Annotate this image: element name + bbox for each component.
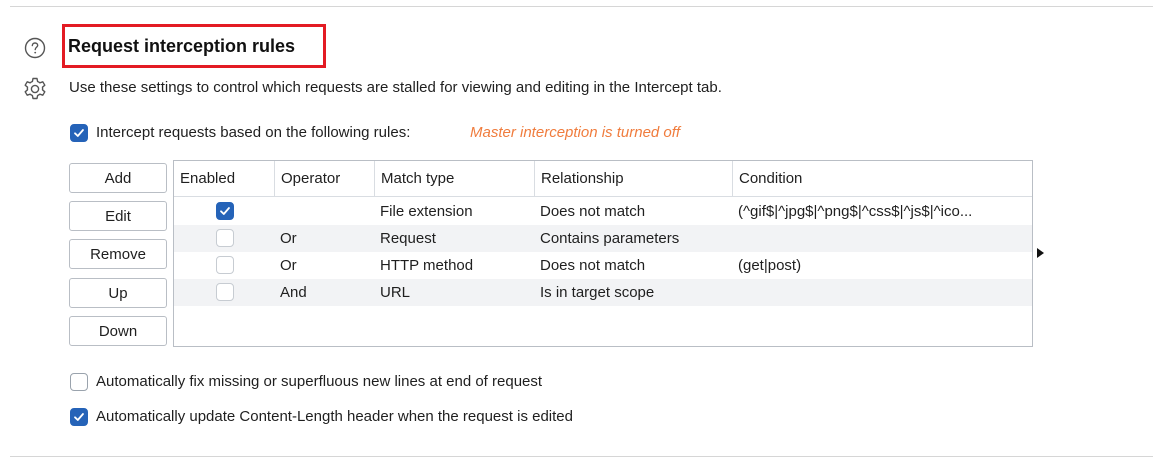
row-operator: And [280, 284, 307, 301]
bottom-divider [10, 456, 1153, 457]
column-header-operator[interactable]: Operator [274, 161, 374, 196]
add-button[interactable]: Add [69, 163, 167, 193]
column-header-enabled[interactable]: Enabled [174, 161, 274, 196]
row-relationship: Is in target scope [540, 284, 655, 301]
row-condition: (get|post) [738, 257, 802, 274]
update-content-length-checkbox[interactable] [70, 408, 88, 426]
gear-icon[interactable] [22, 76, 48, 102]
rules-table[interactable]: Enabled Operator Match type Relationship… [173, 160, 1033, 347]
row-enabled-checkbox[interactable] [216, 256, 234, 274]
help-icon[interactable] [24, 37, 46, 59]
table-header: Enabled Operator Match type Relationship… [174, 161, 1032, 197]
table-row[interactable]: And URL Is in target scope [174, 279, 1032, 306]
section-description: Use these settings to control which requ… [69, 79, 722, 96]
row-condition: (^gif$|^jpg$|^png$|^css$|^js$|^ico... [738, 203, 973, 220]
row-match-type: File extension [380, 203, 473, 220]
row-enabled-checkbox[interactable] [216, 229, 234, 247]
row-match-type: HTTP method [380, 257, 474, 274]
up-button[interactable]: Up [69, 278, 167, 308]
column-header-match-type[interactable]: Match type [374, 161, 534, 196]
row-operator: Or [280, 257, 297, 274]
table-row[interactable]: Or HTTP method Does not match (get|post) [174, 252, 1032, 279]
row-relationship: Does not match [540, 203, 646, 220]
column-header-condition[interactable]: Condition [732, 161, 1032, 196]
row-condition [732, 279, 1032, 306]
intercept-checkbox[interactable] [70, 124, 88, 142]
edit-button[interactable]: Edit [69, 201, 167, 231]
intercept-label: Intercept requests based on the followin… [96, 124, 411, 141]
check-icon [74, 413, 84, 421]
scroll-right-arrow-icon[interactable] [1037, 248, 1044, 258]
row-operator [274, 198, 374, 225]
row-operator: Or [280, 230, 297, 247]
check-icon [220, 207, 230, 215]
column-header-relationship[interactable]: Relationship [534, 161, 732, 196]
row-match-type: Request [380, 230, 436, 247]
row-relationship: Contains parameters [540, 230, 680, 247]
check-icon [74, 129, 84, 137]
table-row[interactable]: File extension Does not match (^gif$|^jp… [174, 198, 1032, 225]
row-enabled-checkbox[interactable] [216, 202, 234, 220]
interception-status: Master interception is turned off [470, 124, 681, 141]
fix-newlines-label: Automatically fix missing or superfluous… [96, 373, 543, 390]
table-row[interactable]: Or Request Contains parameters [174, 225, 1032, 252]
update-content-length-label: Automatically update Content-Length head… [96, 408, 573, 425]
row-relationship: Does not match [540, 257, 646, 274]
row-enabled-checkbox[interactable] [216, 283, 234, 301]
row-condition [732, 225, 1032, 252]
fix-newlines-checkbox[interactable] [70, 373, 88, 391]
remove-button[interactable]: Remove [69, 239, 167, 269]
row-match-type: URL [380, 284, 411, 301]
section-title: Request interception rules [68, 36, 296, 56]
top-divider [10, 6, 1153, 7]
down-button[interactable]: Down [69, 316, 167, 346]
